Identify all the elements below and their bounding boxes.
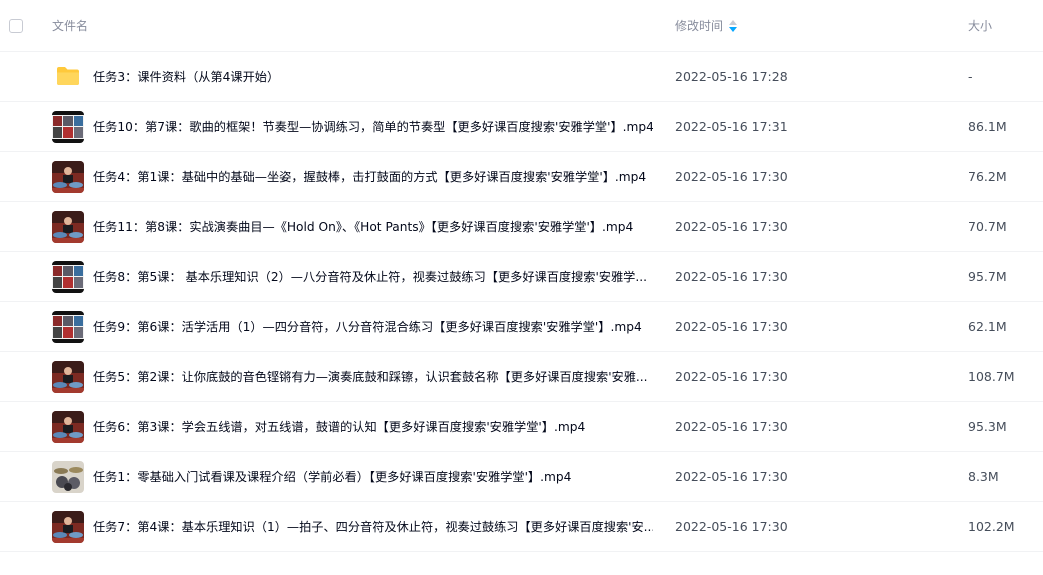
modified-time: 2022-05-16 17:30 [675,519,788,534]
video-thumbnail[interactable] [52,161,84,193]
video-thumbnail[interactable] [52,511,84,543]
file-name[interactable]: 任务6：第3课：学会五线谱，对五线谱，鼓谱的认知【更多好课百度搜索'安雅学堂'】… [93,418,653,436]
file-name[interactable]: 任务7：第4课：基本乐理知识（1）—拍子、四分音符及休止符，视奏过鼓练习【更多好… [93,518,653,536]
modified-time: 2022-05-16 17:30 [675,269,788,284]
video-thumbnail[interactable] [52,411,84,443]
file-size: - [968,69,973,84]
file-row[interactable]: 任务4：第1课：基础中的基础—坐姿，握鼓棒，击打鼓面的方式【更多好课百度搜索'安… [0,152,1043,202]
select-all-checkbox[interactable] [9,19,23,33]
video-thumbnail[interactable] [52,311,84,343]
column-header-time-label: 修改时间 [675,19,724,33]
file-size: 8.3M [968,469,999,484]
video-thumbnail[interactable] [52,261,84,293]
file-size: 108.7M [968,369,1015,384]
file-size: 95.3M [968,419,1007,434]
file-row[interactable]: 任务6：第3课：学会五线谱，对五线谱，鼓谱的认知【更多好课百度搜索'安雅学堂'】… [0,402,1043,452]
file-row[interactable]: 任务7：第4课：基本乐理知识（1）—拍子、四分音符及休止符，视奏过鼓练习【更多好… [0,502,1043,552]
video-thumbnail[interactable] [52,111,84,143]
video-thumbnail[interactable] [52,361,84,393]
video-thumbnail[interactable] [52,211,84,243]
file-row[interactable]: 任务5：第2课：让你底鼓的音色铿锵有力—演奏底鼓和踩镲，认识套鼓名称【更多好课百… [0,352,1043,402]
file-size: 86.1M [968,119,1007,134]
file-row[interactable]: 任务10：第7课：歌曲的框架！节奏型—协调练习，简单的节奏型【更多好课百度搜索'… [0,102,1043,152]
file-name[interactable]: 任务9：第6课：活学活用（1）—四分音符，八分音符混合练习【更多好课百度搜索'安… [93,318,653,336]
file-size: 70.7M [968,219,1007,234]
modified-time: 2022-05-16 17:30 [675,369,788,384]
column-header-name[interactable]: 文件名 [52,18,88,34]
file-name[interactable]: 任务5：第2课：让你底鼓的音色铿锵有力—演奏底鼓和踩镲，认识套鼓名称【更多好课百… [93,368,653,386]
file-name[interactable]: 任务10：第7课：歌曲的框架！节奏型—协调练习，简单的节奏型【更多好课百度搜索'… [93,118,653,136]
file-row[interactable]: 任务11：第8课：实战演奏曲目—《Hold On》、《Hot Pants》【更多… [0,202,1043,252]
file-name[interactable]: 任务8：第5课： 基本乐理知识（2）—八分音符及休止符，视奏过鼓练习【更多好课百… [93,268,653,286]
video-thumbnail[interactable] [52,461,84,493]
file-name[interactable]: 任务11：第8课：实战演奏曲目—《Hold On》、《Hot Pants》【更多… [93,218,653,236]
file-name[interactable]: 任务1：零基础入门试看课及课程介绍（学前必看）【更多好课百度搜索'安雅学堂'】.… [93,468,653,486]
modified-time: 2022-05-16 17:30 [675,319,788,334]
file-name[interactable]: 任务3：课件资料（从第4课开始） [93,68,653,86]
modified-time: 2022-05-16 17:28 [675,69,788,84]
file-name[interactable]: 任务4：第1课：基础中的基础—坐姿，握鼓棒，击打鼓面的方式【更多好课百度搜索'安… [93,168,653,186]
file-size: 102.2M [968,519,1015,534]
file-list: 文件名 修改时间 大小 任务3：课件资料（从第4课开始） 2022-05-16 1… [0,0,1043,575]
column-header-size[interactable]: 大小 [968,18,992,34]
file-rows: 任务3：课件资料（从第4课开始） 2022-05-16 17:28 - 任务10：第7… [0,52,1043,552]
list-header: 文件名 修改时间 大小 [0,0,1043,52]
file-row[interactable]: 任务8：第5课： 基本乐理知识（2）—八分音符及休止符，视奏过鼓练习【更多好课百… [0,252,1043,302]
modified-time: 2022-05-16 17:30 [675,219,788,234]
modified-time: 2022-05-16 17:30 [675,419,788,434]
sort-icon[interactable] [729,20,738,32]
file-row[interactable]: 任务9：第6课：活学活用（1）—四分音符，八分音符混合练习【更多好课百度搜索'安… [0,302,1043,352]
modified-time: 2022-05-16 17:30 [675,169,788,184]
file-row[interactable]: 任务1：零基础入门试看课及课程介绍（学前必看）【更多好课百度搜索'安雅学堂'】.… [0,452,1043,502]
modified-time: 2022-05-16 17:31 [675,119,788,134]
file-row[interactable]: 任务3：课件资料（从第4课开始） 2022-05-16 17:28 - [0,52,1043,102]
modified-time: 2022-05-16 17:30 [675,469,788,484]
file-size: 76.2M [968,169,1007,184]
file-size: 95.7M [968,269,1007,284]
column-header-time[interactable]: 修改时间 [675,18,738,34]
folder-icon[interactable] [56,66,80,86]
file-size: 62.1M [968,319,1007,334]
